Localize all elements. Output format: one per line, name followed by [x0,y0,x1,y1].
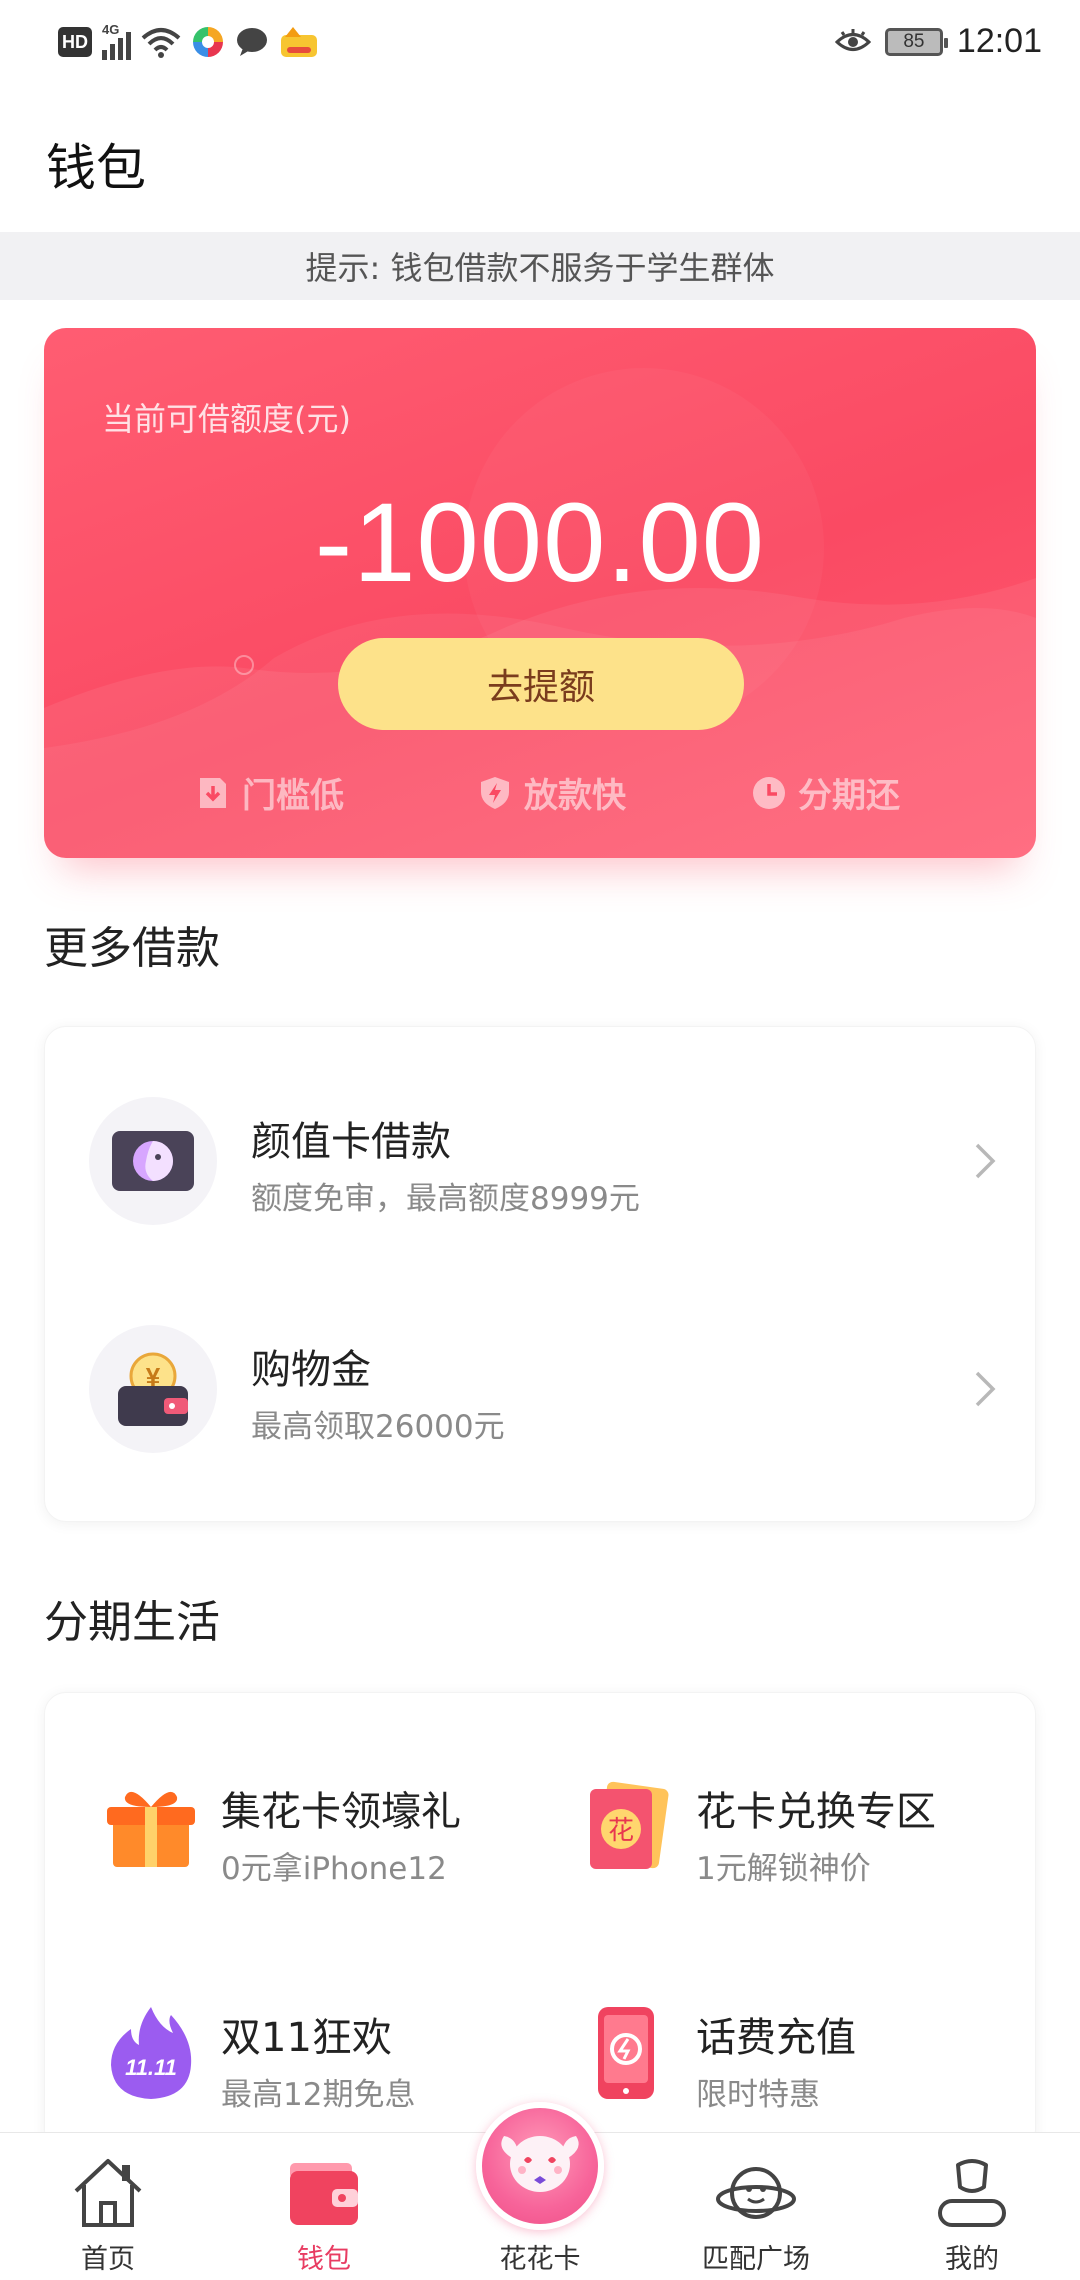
grid-subtitle: 0元拿iPhone12 [221,1851,447,1887]
nav-label: 钱包 [297,2244,351,2275]
wifi-icon [141,28,181,58]
nav-match-square[interactable]: 匹配广场 [648,2133,864,2280]
grid-subtitle: 1元解锁神价 [696,1851,871,1887]
planet-icon [716,2167,796,2219]
nav-label: 首页 [81,2244,135,2275]
feature-installment: 分期还 [752,768,900,817]
more-loans-panel: 颜值卡借款 额度免审，最高额度8999元 ¥ 购物金 最高领取26000元 [44,1026,1036,1522]
fire-icon-text: 11.11 [125,2055,177,2080]
loan-subtitle: 最高领取26000元 [251,1409,505,1445]
nav-label: 我的 [945,2244,999,2275]
clock: 12:01 [956,22,1042,60]
wallet-icon [290,2163,358,2225]
grid-item-flower-card-exchange[interactable]: 花 花卡兑换专区 1元解锁神价 [520,1737,995,1927]
credit-limit-label: 当前可借额度(元) [102,400,351,438]
feature-low-threshold: 门槛低 [196,768,344,817]
nav-label: 花花卡 [499,2244,581,2275]
flower-card-text: 花 [608,1816,634,1846]
loan-item-shopping-credit[interactable]: ¥ 购物金 最高领取26000元 [45,1289,1037,1489]
game-app-icon [281,27,317,57]
shield-bolt-icon [481,776,509,809]
loan-subtitle: 额度免审，最高额度8999元 [251,1181,640,1217]
flower-card-icon: 花 [590,1781,669,1869]
loan-item-face-card[interactable]: 颜值卡借款 额度免审，最高额度8999元 [45,1061,1037,1261]
clock-icon [753,776,785,809]
status-left: HD 4G [58,22,319,60]
flower-card-mascot-button[interactable] [476,2102,604,2230]
download-doc-icon [200,777,226,808]
status-right: 85 12:01 [834,22,1042,61]
face-card-icon [89,1097,217,1225]
feature-fast-payout: 放款快 [478,768,626,817]
loan-title: 颜值卡借款 [251,1119,451,1165]
feature-label: 分期还 [798,776,900,816]
status-bar: HD 4G 85 12:01 [0,0,1080,92]
grid-subtitle: 限时特惠 [696,2077,820,2113]
grid-item-flower-card-gift[interactable]: 集花卡领壕礼 0元拿iPhone12 [45,1737,520,1927]
credit-card: 当前可借额度(元) -1000.00 去提额 门槛低 放款快 分期还 [44,328,1036,858]
grid-item-double-11[interactable]: 11.11 双11狂欢 最高12期免息 [45,1963,520,2153]
nav-profile[interactable]: 我的 [864,2133,1080,2280]
grid-title: 花卡兑换专区 [696,1789,936,1835]
phone-recharge-icon [598,2007,654,2099]
fire-1111-icon: 11.11 [111,2007,192,2099]
gift-icon [107,1791,195,1867]
feature-label: 放款快 [524,776,626,816]
nav-home[interactable]: 首页 [0,2133,216,2280]
hd-badge: HD [58,27,92,57]
nav-label: 匹配广场 [702,2244,810,2275]
section-title-installment-life: 分期生活 [44,1597,220,1648]
battery-icon: 85 [884,27,948,56]
signal-icon: 4G [102,22,131,60]
section-title-more-loans: 更多借款 [44,923,220,974]
credit-limit-amount: -1000.00 [314,480,766,605]
message-icon [237,28,267,56]
nav-wallet[interactable]: 钱包 [216,2133,432,2280]
installment-life-panel: 集花卡领壕礼 0元拿iPhone12 花 花卡兑换专区 1元解锁神价 11.11… [44,1692,1036,2152]
loan-title: 购物金 [251,1347,371,1393]
grid-subtitle: 最高12期免息 [221,2077,416,2113]
wallet-coin-icon: ¥ [89,1325,217,1453]
raise-limit-button[interactable]: 去提额 [338,638,744,730]
network-type: 4G [102,22,120,37]
grid-title: 话费充值 [696,2015,856,2061]
chevron-right-icon [975,1371,996,1407]
home-icon [74,2159,142,2227]
eye-comfort-icon [834,28,871,51]
notice-banner: 提示: 钱包借款不服务于学生群体 [0,232,1080,300]
app-notification-icon [193,27,223,57]
grid-title: 双11狂欢 [221,2015,392,2061]
mascot-icon [501,2136,579,2192]
page-title: 钱包 [46,139,146,197]
chevron-right-icon [975,1143,996,1179]
feature-label: 门槛低 [242,776,344,816]
profile-icon [938,2159,1006,2227]
grid-title: 集花卡领壕礼 [221,1789,461,1835]
